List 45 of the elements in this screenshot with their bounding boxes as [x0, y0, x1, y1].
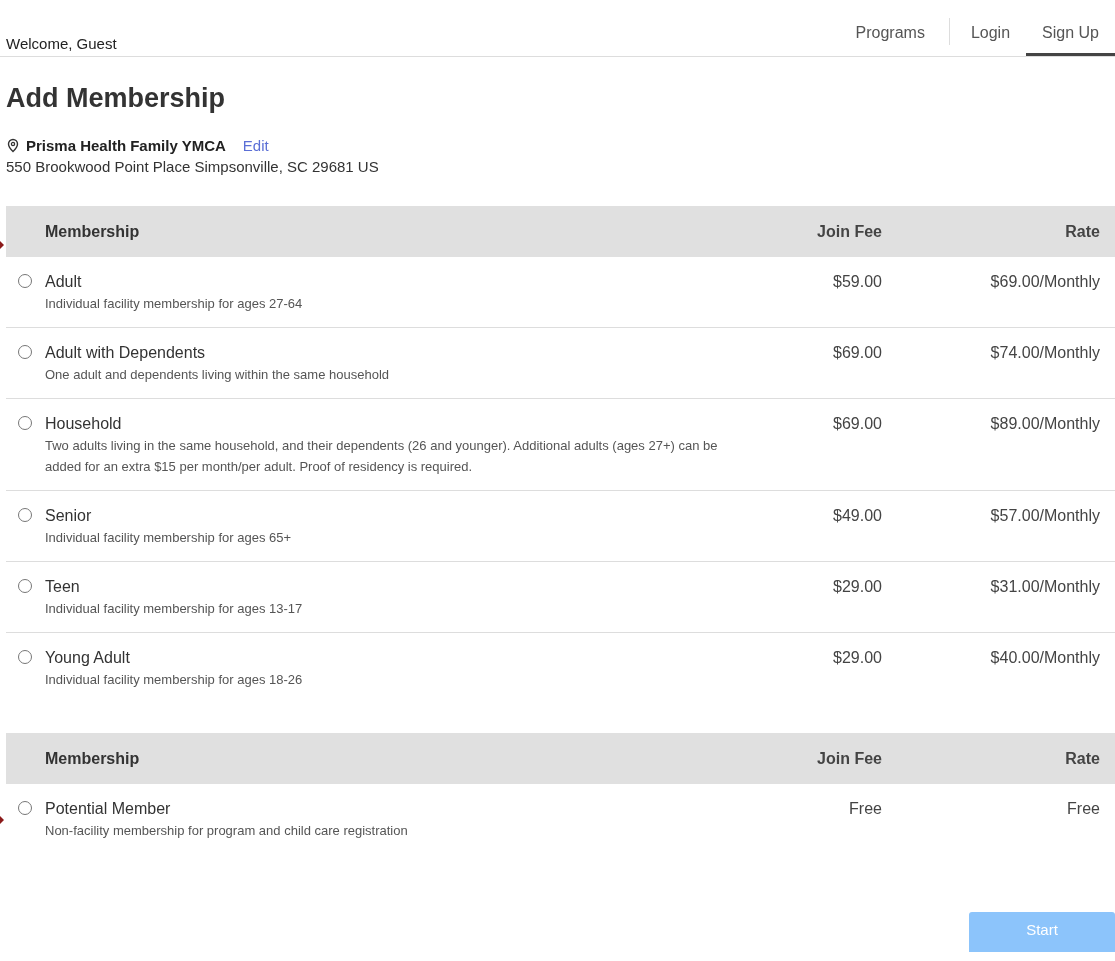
membership-name: Senior	[45, 506, 93, 525]
membership-description: Individual facility membership for ages 27-64	[45, 295, 304, 313]
rate: Free	[1066, 799, 1101, 818]
membership-description: Individual facility membership for ages 13-17	[45, 600, 304, 618]
rate: $40.00/Monthly	[989, 648, 1101, 667]
location-name: Prisma Health Family YMCA	[26, 137, 226, 154]
join-fee: $29.00	[832, 648, 882, 667]
membership-description: Non-facility membership for program and child care registration	[45, 822, 409, 840]
join-fee: $49.00	[832, 506, 882, 525]
column-header: Membership	[45, 749, 141, 768]
join-fee: $69.00	[832, 414, 882, 433]
rate: $69.00/Monthly	[989, 272, 1101, 291]
membership-name: Adult with Dependents	[45, 343, 207, 362]
nav-tab[interactable]: Login	[949, 23, 1027, 56]
membership-name: Household	[45, 414, 123, 433]
column-header: Join Fee	[816, 749, 882, 768]
location-address: 550 Brookwood Point Place Simpsonville, SC 29681 US	[6, 158, 380, 175]
membership-name: Young Adult	[45, 648, 131, 667]
membership-name: Teen	[45, 577, 81, 596]
welcome-text: Welcome, Guest	[6, 35, 117, 54]
column-header: Membership	[45, 222, 141, 241]
page-title: Add Membership	[6, 82, 227, 115]
membership-description: Individual facility membership for ages 65+	[45, 529, 293, 547]
membership-description: One adult and dependents living within the same household	[45, 366, 391, 384]
pointer-icon	[0, 816, 4, 824]
rate: $31.00/Monthly	[989, 577, 1101, 596]
join-fee: $59.00	[832, 272, 882, 291]
nav-tab[interactable]: Programs	[839, 23, 949, 56]
join-fee: Free	[848, 799, 882, 818]
edit-link[interactable]: Edit	[242, 137, 269, 154]
location-pin-icon	[6, 138, 20, 153]
rate: $74.00/Monthly	[989, 343, 1101, 362]
membership-name: Adult	[45, 272, 83, 291]
column-header: Rate	[1064, 222, 1101, 241]
join-fee: $69.00	[832, 343, 882, 362]
membership-description: Two adults living in the same household, and their dependents (26 and younger). Additional adults (ages 27+) can be added for an extra $15 per month/per adult. Proof of residency is required.	[45, 437, 719, 476]
membership-name: Potential Member	[45, 799, 172, 818]
membership-description: Individual facility membership for ages 18-26	[45, 671, 304, 689]
join-fee: $29.00	[832, 577, 882, 596]
rate: $57.00/Monthly	[989, 506, 1101, 525]
column-header: Rate	[1064, 749, 1101, 768]
nav-tab[interactable]: Sign Up	[1026, 23, 1115, 56]
pointer-icon	[0, 241, 4, 249]
rate: $89.00/Monthly	[989, 414, 1101, 433]
column-header: Join Fee	[816, 222, 882, 241]
